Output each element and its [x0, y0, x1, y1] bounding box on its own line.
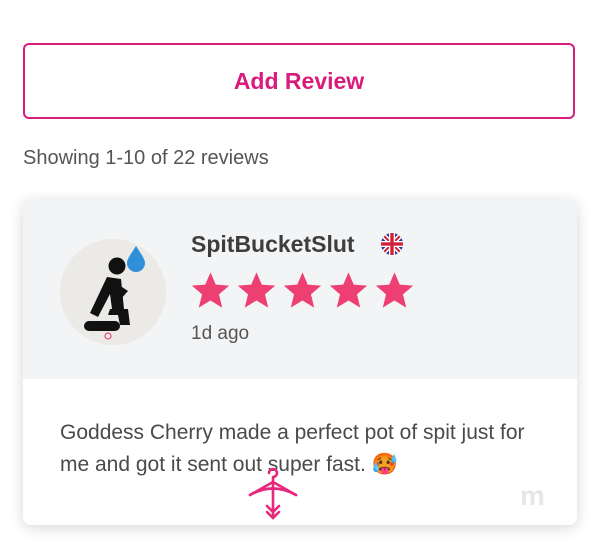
star-icon	[283, 272, 322, 308]
star-rating	[190, 271, 415, 310]
review-count-summary: Showing 1-10 of 22 reviews	[23, 147, 269, 169]
review-card: SpitBucketSlut 1d ago Goddess Cherry mad…	[23, 199, 577, 525]
review-card-header: SpitBucketSlut 1d ago	[23, 199, 577, 379]
star-icon	[191, 272, 230, 308]
star-icon	[329, 272, 368, 308]
uk-flag-icon	[381, 233, 403, 255]
star-icon	[375, 272, 414, 308]
kneeling-figure-droplet-icon	[60, 239, 166, 345]
corner-watermark: m	[520, 480, 545, 511]
reviewer-username[interactable]: SpitBucketSlut	[191, 231, 355, 258]
review-time: 1d ago	[191, 323, 250, 344]
reviewer-avatar[interactable]	[60, 239, 166, 345]
bow-hanger-logo-icon	[248, 467, 298, 520]
star-icon	[237, 272, 276, 308]
add-review-button[interactable]: Add Review	[23, 43, 575, 119]
